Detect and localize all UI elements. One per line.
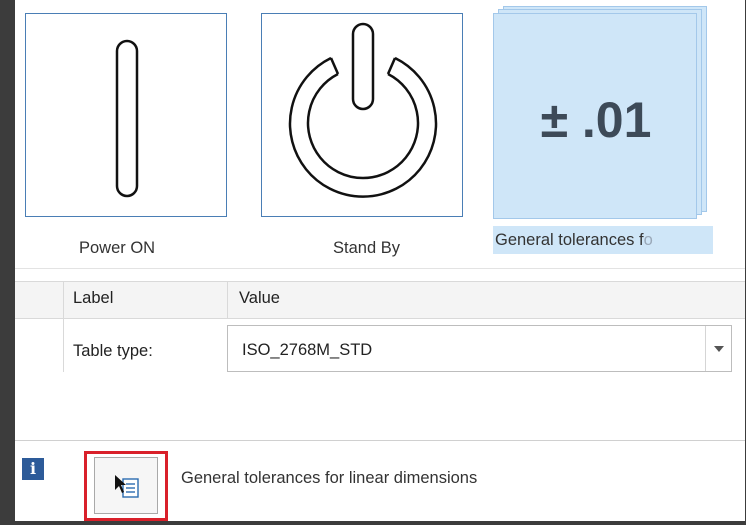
divider [15, 268, 745, 269]
tile-label-faded: o [643, 231, 653, 249]
standby-power-icon [288, 22, 438, 198]
table-type-dropdown[interactable]: ISO_2768M_STD [227, 325, 732, 372]
column-header-label[interactable]: Label [73, 289, 113, 308]
window-edge [0, 521, 746, 525]
tile-frame [261, 13, 463, 217]
column-separator [63, 281, 64, 372]
tile-label: Power ON [79, 239, 156, 257]
pointer-document-icon [115, 475, 139, 498]
dropdown-value: ISO_2768M_STD [242, 341, 373, 359]
status-description: General tolerances for linear dimensions [181, 469, 478, 487]
help-button-face [94, 457, 158, 514]
row-label-table-type: Table type: [73, 342, 153, 360]
context-help-button[interactable] [84, 451, 168, 521]
tile-label: Stand By [333, 239, 400, 257]
grid-header [15, 281, 745, 319]
tile-label: General tolerances fo [493, 226, 713, 254]
column-header-value[interactable]: Value [239, 289, 280, 308]
tile-label-visible: General tolerances f [495, 231, 644, 249]
info-icon[interactable]: i [22, 458, 44, 480]
tile-frame [25, 13, 227, 217]
column-separator [227, 281, 228, 319]
chevron-down-icon[interactable] [705, 326, 731, 371]
power-on-icon [115, 39, 139, 198]
properties-panel: Power ON Stand By ± .01 General toleranc… [15, 0, 745, 521]
tile-stack-front: ± .01 [493, 13, 697, 219]
tolerance-icon: ± .01 [540, 92, 652, 148]
